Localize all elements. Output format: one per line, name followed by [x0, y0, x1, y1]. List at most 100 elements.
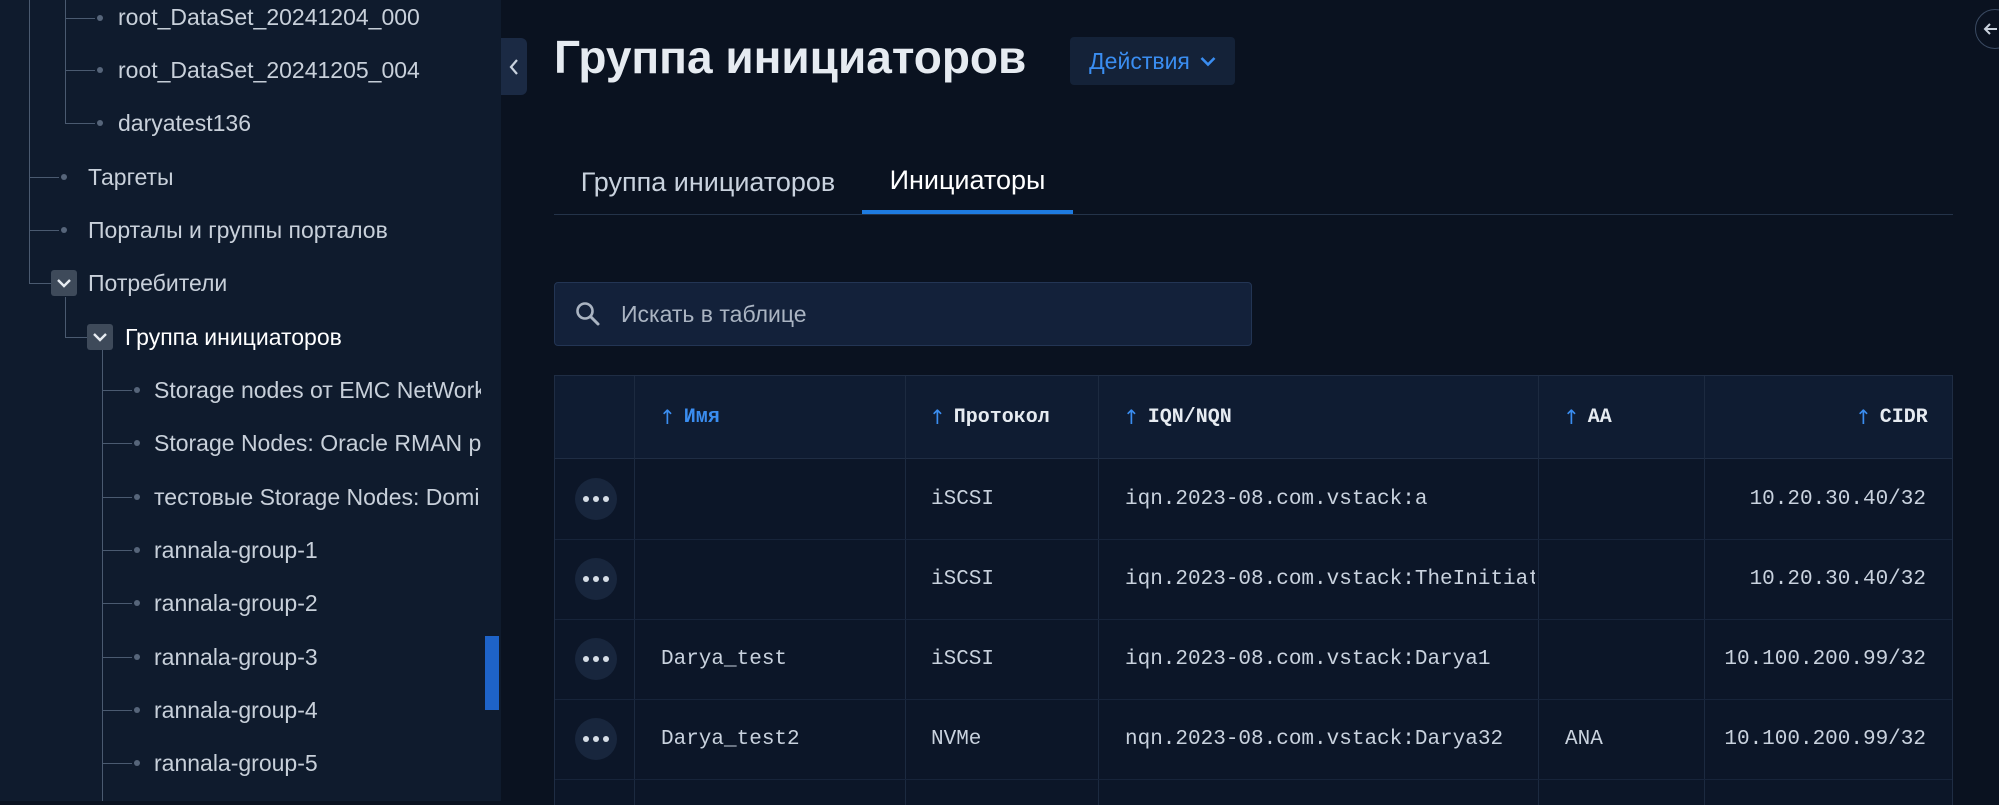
- search-field[interactable]: [554, 282, 1252, 346]
- initiators-table: ↑ Имя ↑ Протокол ↑ IQN/NQN ↑ AA ↑ CIDR i…: [554, 375, 1953, 805]
- tree-connector: [102, 390, 132, 391]
- row-actions-button[interactable]: [575, 718, 617, 760]
- table-row[interactable]: iSCSI iqn.2023-08.com.vstack:a 10.20.30.…: [555, 459, 1952, 540]
- tree-item-dataset-20241204[interactable]: root_DataSet_20241204_000: [118, 0, 488, 44]
- collapse-sidebar-button[interactable]: [501, 38, 527, 95]
- tree-connector: [102, 443, 132, 444]
- tree-item-rannala-group-2[interactable]: rannala-group-2: [154, 577, 481, 630]
- row-actions-button[interactable]: [575, 478, 617, 520]
- dot: [583, 736, 589, 742]
- page-title: Группа инициаторов: [554, 31, 1027, 83]
- tree-node-dot: [97, 15, 103, 21]
- dot: [593, 736, 599, 742]
- table-row[interactable]: Darya_test iSCSI iqn.2023-08.com.vstack:…: [555, 619, 1952, 700]
- tab-initiators[interactable]: Инициаторы: [862, 150, 1073, 214]
- cell-name: Darya_test2: [661, 727, 800, 751]
- column-header-aa[interactable]: ↑ AA: [1563, 376, 1612, 458]
- row-actions-button[interactable]: [575, 638, 617, 680]
- tree-node-dot: [134, 760, 140, 766]
- tree-item-consumers[interactable]: Потребители: [88, 257, 478, 310]
- chevron-down-icon: [1200, 56, 1216, 66]
- tab-bar: Группа инициаторов Инициаторы: [554, 150, 1953, 215]
- cell-protocol: NVMe: [931, 727, 982, 751]
- tree-item-rannala-group-1[interactable]: rannala-group-1: [154, 524, 481, 577]
- tree-item-rannala-group-5[interactable]: rannala-group-5: [154, 737, 481, 790]
- cell-cidr: 10.20.30.40/32: [1749, 567, 1926, 591]
- tree-connector: [65, 337, 87, 338]
- tree-item-targets[interactable]: Таргеты: [88, 151, 478, 204]
- sort-ascending-icon: ↑: [929, 405, 946, 429]
- search-input[interactable]: [619, 283, 1251, 345]
- cell-iqn: iqn.2023-08.com.vstack:Darya1: [1125, 647, 1491, 671]
- tree-node-dot: [134, 654, 140, 660]
- cell-name: [661, 459, 901, 539]
- tree-node-dot: [61, 227, 67, 233]
- tree-item-storage-nodes-emc[interactable]: Storage nodes от EMC NetWorker: [154, 364, 481, 417]
- cell-aa: [1565, 539, 1695, 619]
- column-header-label: IQN/NQN: [1147, 405, 1232, 429]
- expand-toggle-initiator-group[interactable]: [87, 324, 113, 350]
- column-header-iqn[interactable]: ↑ IQN/NQN: [1123, 376, 1232, 458]
- tree-item-dataset-20241205[interactable]: root_DataSet_20241205_004: [118, 44, 488, 97]
- cell-iqn: nqn.2023-08.com.vstack:Darya32: [1125, 727, 1504, 751]
- tree-node-dot: [97, 67, 103, 73]
- tree-connector: [65, 18, 95, 19]
- tree-node-dot: [134, 387, 140, 393]
- row-actions-button[interactable]: [575, 558, 617, 600]
- column-header-label: Имя: [683, 405, 720, 429]
- tree-node-dot: [134, 600, 140, 606]
- actions-dropdown-button[interactable]: Действия: [1070, 37, 1235, 85]
- cell-protocol: iSCSI: [931, 487, 995, 511]
- tree-guide-line: [102, 350, 103, 801]
- tree-guide-line: [29, 0, 30, 283]
- dot: [603, 736, 609, 742]
- table-row[interactable]: iSCSI iqn.2023-08.com.vstack:TheInitiat……: [555, 539, 1952, 620]
- column-header-name[interactable]: ↑ Имя: [659, 376, 720, 458]
- tree-item-storage-nodes-oracle[interactable]: Storage Nodes: Oracle RMAN p: [154, 417, 481, 470]
- search-icon: [576, 302, 600, 326]
- tree-item-daryatest136[interactable]: daryatest136: [118, 97, 488, 150]
- tree-item-rannala-group-4[interactable]: rannala-group-4: [154, 684, 481, 737]
- dot: [603, 656, 609, 662]
- tree-connector: [102, 497, 132, 498]
- tree-node-dot: [134, 440, 140, 446]
- dot: [593, 656, 599, 662]
- tree-connector: [102, 763, 132, 764]
- chevron-left-icon: [509, 58, 518, 75]
- tab-initiator-group[interactable]: Группа инициаторов: [554, 150, 862, 214]
- sidebar-scrollbar-thumb[interactable]: [485, 636, 499, 710]
- sidebar: root_DataSet_20241204_000 root_DataSet_2…: [0, 0, 501, 801]
- tree-connector: [29, 230, 59, 231]
- tree-node-dot: [134, 494, 140, 500]
- tree-connector: [65, 70, 95, 71]
- tree-item-portals[interactable]: Порталы и группы порталов: [88, 204, 478, 257]
- cell-protocol: iSCSI: [931, 647, 995, 671]
- navigation-tree: root_DataSet_20241204_000 root_DataSet_2…: [0, 0, 501, 801]
- tree-connector: [102, 710, 132, 711]
- tree-connector: [102, 550, 132, 551]
- arrow-left-icon: [1983, 23, 1997, 35]
- cell-aa: [1565, 619, 1695, 699]
- cell-cidr: 10.100.200.99/32: [1724, 727, 1926, 751]
- dot: [593, 496, 599, 502]
- sort-ascending-icon: ↑: [1563, 405, 1580, 429]
- cell-iqn: iqn.2023-08.com.vstack:TheInitiat…: [1125, 567, 1535, 591]
- chevron-down-icon: [57, 279, 71, 288]
- cell-iqn: iqn.2023-08.com.vstack:a: [1125, 487, 1428, 511]
- tree-node-dot: [134, 707, 140, 713]
- tree-item-test-storage-nodes[interactable]: тестовые Storage Nodes: Domi: [154, 471, 481, 524]
- cell-aa: [1565, 459, 1695, 539]
- column-header-cidr[interactable]: ↑ CIDR: [1855, 376, 1928, 458]
- tree-item-rannala-group-3[interactable]: rannala-group-3: [154, 631, 481, 684]
- dot: [603, 576, 609, 582]
- dot: [583, 496, 589, 502]
- column-header-label: CIDR: [1879, 405, 1928, 429]
- tree-node-dot: [97, 120, 103, 126]
- dot: [583, 576, 589, 582]
- cell-name: [661, 539, 901, 619]
- expand-toggle-consumers[interactable]: [51, 270, 77, 296]
- tree-item-initiator-group[interactable]: Группа инициаторов: [125, 311, 485, 364]
- sort-ascending-icon: ↑: [1123, 405, 1140, 429]
- table-row[interactable]: Darya_test2 NVMe nqn.2023-08.com.vstack:…: [555, 699, 1952, 780]
- column-header-protocol[interactable]: ↑ Протокол: [929, 376, 1050, 458]
